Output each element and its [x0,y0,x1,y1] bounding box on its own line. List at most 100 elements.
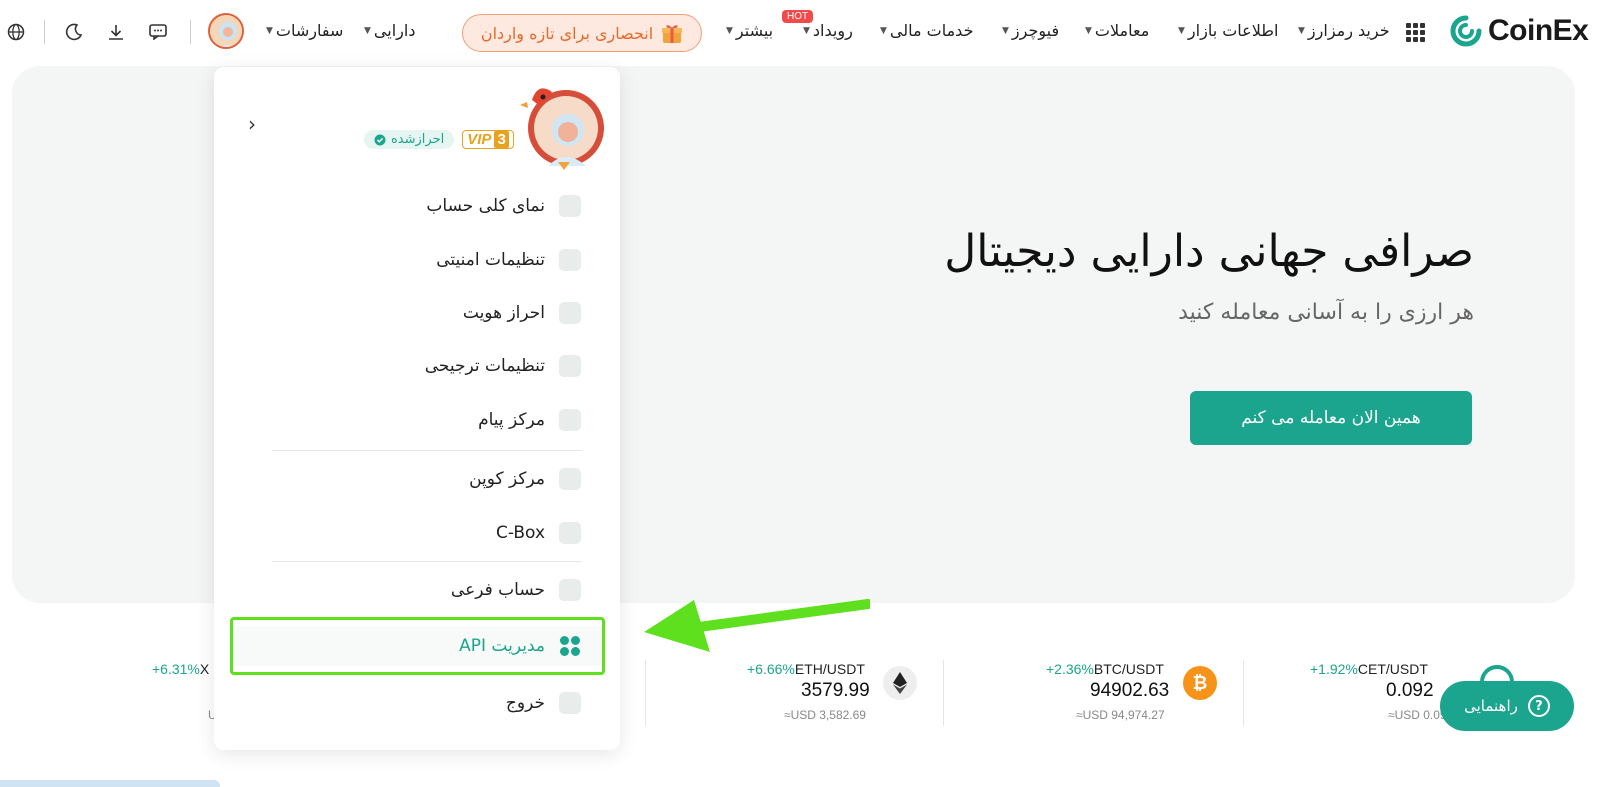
ticker-price: 94902.63 [1090,680,1170,701]
menu-account-overview[interactable]: نمای کلی حساب [230,186,603,226]
menu-label: حساب فرعی [450,580,545,600]
caret-down-icon: ▼ [266,25,273,36]
nav-label: اطلاعات بازار [1187,21,1279,40]
coinex-logo[interactable]: CoinEx [1450,14,1589,48]
ticker-pair: BTC/USDT [1093,661,1164,677]
new-user-promo-button[interactable]: انحصاری برای تازه واردان [462,14,702,52]
nav-label: خرید رمزارز [1307,21,1390,40]
chat-icon[interactable] [148,22,168,42]
caret-down-icon: ▼ [1178,25,1185,36]
box-icon [559,522,581,544]
nav-events[interactable]: رویداد ▼ [803,21,853,40]
top-navigation-bar: CoinEx خرید رمزارز ▼ اطلاعات بازار ▼ معامل… [0,0,1600,62]
menu-sub-account[interactable]: حساب فرعی [230,570,603,610]
trade-now-button[interactable]: همین الان معامله می کنم [1190,391,1472,445]
verified-check-icon [374,134,386,145]
caret-down-icon: ▼ [803,25,810,36]
menu-preferences[interactable]: تنظیمات ترجیحی [230,346,603,386]
nav-assets[interactable]: دارایی ▼ [364,21,415,40]
api-highlight-box [230,617,605,675]
ticker-price: 3579.99 [801,680,870,701]
nav-label: رویداد [812,21,853,40]
vip-level: 3 [494,131,509,148]
ticker-change: +2.36% [1046,661,1094,677]
menu-label: تنظیمات ترجیحی [424,356,545,376]
moon-icon[interactable] [64,22,84,42]
menu-label: مرکز پیام [478,410,545,430]
ticker-btc[interactable]: +2.36%BTC/USDT 94902.63 ≈USD 94,974.27 ₿ [950,656,1240,728]
shield-icon [559,249,581,271]
nav-financial-services[interactable]: خدمات مالی ▼ [880,21,973,40]
profile-avatar[interactable] [518,78,608,170]
hero-subtitle: هر ارزی را به آسانی معامله کنید [1178,300,1474,325]
green-arrow-annotation [644,599,870,652]
caret-down-icon: ▼ [1298,25,1305,36]
menu-label: خروج [505,693,545,713]
bitcoin-icon: ₿ [1183,666,1217,700]
ethereum-icon [883,666,917,700]
pie-chart-icon [559,195,581,217]
sub-account-icon [559,579,581,601]
ticker-eth[interactable]: +6.66%ETH/USDT 3579.99 ≈USD 3,582.69 [650,656,940,728]
menu-security-settings[interactable]: تنظیمات امنیتی [230,240,603,280]
ticker-pair: CET/USDT [1357,661,1428,677]
avatar-image [210,15,242,47]
caret-down-icon: ▼ [1002,25,1009,36]
nav-futures[interactable]: فیوچرز ▼ [1002,21,1059,40]
hero-title: صرافی جهانی دارایی دیجیتال [944,226,1474,277]
caret-down-icon: ▼ [880,25,887,36]
nav-label: دارایی [373,21,416,40]
nav-more[interactable]: بیشتر ▼ [726,21,773,40]
menu-message-center[interactable]: مرکز پیام [230,400,603,440]
menu-c-box[interactable]: C-Box [230,513,603,553]
nav-market-info[interactable]: اطلاعات بازار ▼ [1178,21,1278,40]
ticker-usd: ≈USD 94,974.27 [1076,708,1165,722]
nav-orders[interactable]: سفارشات ▼ [266,21,343,40]
divider [44,20,45,44]
caret-down-icon: ▼ [726,25,733,36]
divider [190,20,191,44]
menu-label: نمای کلی حساب [426,196,545,216]
verified-badge: احرازشده [364,130,455,149]
logout-icon [559,692,581,714]
caret-down-icon: ▼ [364,25,371,36]
apps-grid-icon[interactable] [1406,23,1425,42]
message-icon [559,409,581,431]
vip-badge: VIP 3 [462,130,514,149]
ticker-usd: ≈USD 0.09 [1388,708,1447,722]
bottom-strip [0,780,220,787]
ticker-pair: X [199,661,210,677]
coinex-logo-icon [1450,15,1482,47]
question-icon: ? [1527,695,1550,717]
globe-icon[interactable] [6,22,26,42]
nav-trade[interactable]: معاملات ▼ [1085,21,1149,40]
ticker-pair: ETH/USDT [794,661,865,677]
user-avatar[interactable] [208,13,244,49]
promo-label: انحصاری برای تازه واردان [480,23,654,43]
verified-label: احرازشده [391,132,445,147]
nav-label: خدمات مالی [889,21,974,40]
gift-icon [662,25,683,43]
ticker-usd: ≈USD 3,582.69 [784,708,866,722]
guide-label: راهنمایی [1464,697,1518,715]
menu-label: تنظیمات امنیتی [436,250,545,270]
account-badges: احرازشده VIP 3 [364,130,514,149]
brand-name: CoinEx [1488,14,1589,47]
hot-badge: HOT [782,10,814,23]
nav-buy-crypto[interactable]: خرید رمزارز ▼ [1298,21,1390,40]
ticker-change: +6.66% [747,661,795,677]
menu-label: C-Box [496,523,545,543]
menu-identity-verification[interactable]: احراز هویت [230,293,603,333]
menu-coupon-center[interactable]: مرکز کوپن [230,459,603,499]
chevron-right-icon[interactable]: › [248,112,256,136]
nav-label: فیوچرز [1011,21,1060,40]
menu-divider [272,450,582,451]
ticker-divider [1243,660,1244,726]
guide-button[interactable]: ? راهنمایی [1440,681,1574,731]
nav-label: سفارشات [275,21,344,40]
nav-label: بیشتر [735,21,774,40]
menu-logout[interactable]: خروج [230,683,603,723]
ticker-change: +6.31% [152,661,200,677]
download-icon[interactable] [106,22,126,42]
id-card-icon [559,302,581,324]
